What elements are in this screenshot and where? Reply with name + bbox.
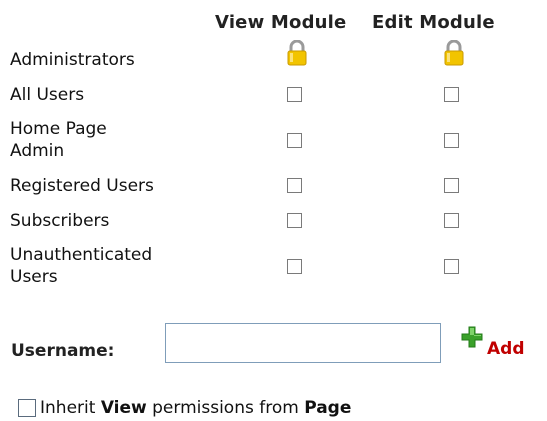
username-label: Username: xyxy=(11,341,115,361)
inherit-prefix-text: Inherit xyxy=(40,398,101,418)
lock-icon xyxy=(287,39,307,66)
view-permission-checkbox-registered-users[interactable] xyxy=(287,178,302,193)
role-label-line1: Unauthenticated xyxy=(10,245,153,265)
edit-permission-checkbox-all-users[interactable] xyxy=(444,87,459,102)
role-label-line2: Users xyxy=(10,267,58,287)
role-label-line1: Administrators xyxy=(10,50,135,70)
role-label-line1: All Users xyxy=(10,85,85,105)
edit-permission-checkbox-subscribers[interactable] xyxy=(444,213,459,228)
view-permission-checkbox-unauthenticated-users[interactable] xyxy=(287,259,302,274)
role-label-administrators: Administrators xyxy=(10,49,135,71)
add-user-button[interactable]: Add xyxy=(487,339,525,359)
edit-module-column-header: Edit Module xyxy=(372,12,495,33)
username-input[interactable] xyxy=(165,323,441,363)
view-permission-checkbox-all-users[interactable] xyxy=(287,87,302,102)
role-label-home-page-admin: Home Page Admin xyxy=(10,118,107,162)
inherit-middle-text: permissions from xyxy=(146,398,305,418)
role-label-unauthenticated-users: Unauthenticated Users xyxy=(10,244,152,288)
role-label-line2: Admin xyxy=(10,141,65,161)
lock-icon xyxy=(444,39,464,66)
role-label-line1: Registered Users xyxy=(10,176,154,196)
role-label-registered-users: Registered Users xyxy=(10,175,154,197)
view-permission-checkbox-home-page-admin[interactable] xyxy=(287,133,302,148)
role-label-all-users: All Users xyxy=(10,84,84,106)
inherit-permissions-label: Inherit View permissions from Page xyxy=(40,398,351,418)
role-label-line1: Subscribers xyxy=(10,211,110,231)
edit-permission-checkbox-unauthenticated-users[interactable] xyxy=(444,259,459,274)
view-module-column-header: View Module xyxy=(215,12,347,33)
role-label-line1: Home Page xyxy=(10,119,107,139)
role-label-subscribers: Subscribers xyxy=(10,210,109,232)
view-permission-checkbox-subscribers[interactable] xyxy=(287,213,302,228)
module-permissions-panel: View Module Edit Module Administrators A… xyxy=(0,0,547,421)
edit-permission-checkbox-registered-users[interactable] xyxy=(444,178,459,193)
inherit-page-text: Page xyxy=(304,398,352,418)
inherit-view-text: View xyxy=(100,398,147,418)
plus-icon[interactable] xyxy=(461,326,483,348)
edit-permission-checkbox-home-page-admin[interactable] xyxy=(444,133,459,148)
inherit-permissions-checkbox[interactable] xyxy=(18,399,36,417)
